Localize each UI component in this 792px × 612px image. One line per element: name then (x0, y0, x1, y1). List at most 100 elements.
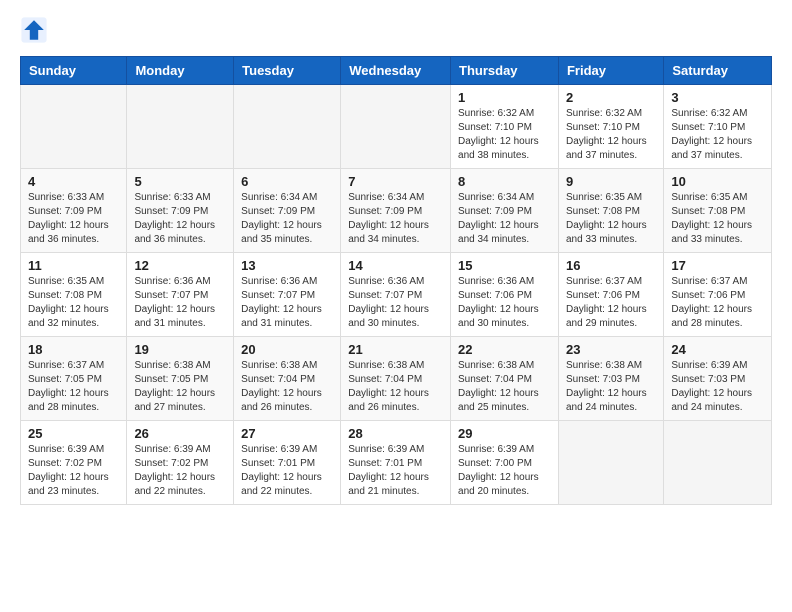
header-sunday: Sunday (21, 57, 127, 85)
calendar-cell (341, 85, 451, 169)
calendar-cell (234, 85, 341, 169)
day-number: 21 (348, 342, 443, 357)
calendar-cell: 10 Sunrise: 6:35 AM Sunset: 7:08 PM Dayli… (664, 169, 772, 253)
calendar-cell: 27Sunrise: 6:39 AM Sunset: 7:01 PM Dayli… (234, 421, 341, 505)
day-number: 2 (566, 90, 656, 105)
day-number: 18 (28, 342, 119, 357)
calendar-cell: 3 Sunrise: 6:32 AM Sunset: 7:10 PM Daylig… (664, 85, 772, 169)
day-info: Sunrise: 6:39 AM Sunset: 7:02 PM Dayligh… (134, 443, 226, 499)
calendar-week-row: 4 Sunrise: 6:33 AM Sunset: 7:09 PM Daylig… (21, 169, 772, 253)
day-info: Sunrise: 6:36 AM Sunset: 7:07 PM Dayligh… (348, 275, 443, 331)
day-info: Sunrise: 6:39 AM Sunset: 7:03 PM Dayligh… (671, 359, 764, 415)
calendar-cell: 24 Sunrise: 6:39 AM Sunset: 7:03 PM Dayli… (664, 337, 772, 421)
calendar-cell: 12 Sunrise: 6:36 AM Sunset: 7:07 PM Dayli… (127, 253, 234, 337)
calendar-cell: 20 Sunrise: 6:38 AM Sunset: 7:04 PM Dayli… (234, 337, 341, 421)
calendar-cell: 4Sunrise: 6:33 AM Sunset: 7:09 PM Daylig… (21, 169, 127, 253)
day-number: 10 (671, 174, 764, 189)
day-info: Sunrise: 6:38 AM Sunset: 7:04 PM Dayligh… (458, 359, 551, 415)
day-info: Sunrise: 6:34 AM Sunset: 7:09 PM Dayligh… (348, 191, 443, 247)
day-info: Sunrise: 6:38 AM Sunset: 7:04 PM Dayligh… (241, 359, 333, 415)
day-number: 1 (458, 90, 551, 105)
calendar-cell: 11 Sunrise: 6:35 AM Sunset: 7:08 PM Dayli… (21, 253, 127, 337)
day-number: 26 (134, 426, 226, 441)
day-number: 25 (28, 426, 119, 441)
calendar-cell: 5 Sunrise: 6:33 AM Sunset: 7:09 PM Daylig… (127, 169, 234, 253)
calendar-cell: 17 Sunrise: 6:37 AM Sunset: 7:06 PM Dayli… (664, 253, 772, 337)
calendar-cell: 9 Sunrise: 6:35 AM Sunset: 7:08 PM Daylig… (558, 169, 663, 253)
calendar-cell: 26 Sunrise: 6:39 AM Sunset: 7:02 PM Dayli… (127, 421, 234, 505)
day-info: Sunrise: 6:37 AM Sunset: 7:05 PM Dayligh… (28, 359, 119, 415)
day-info: Sunrise: 6:34 AM Sunset: 7:09 PM Dayligh… (241, 191, 333, 247)
day-number: 16 (566, 258, 656, 273)
calendar-cell: 13 Sunrise: 6:36 AM Sunset: 7:07 PM Dayli… (234, 253, 341, 337)
day-info: Sunrise: 6:32 AM Sunset: 7:10 PM Dayligh… (566, 107, 656, 163)
day-number: 13 (241, 258, 333, 273)
day-info: Sunrise: 6:35 AM Sunset: 7:08 PM Dayligh… (28, 275, 119, 331)
day-info: Sunrise: 6:38 AM Sunset: 7:03 PM Dayligh… (566, 359, 656, 415)
day-number: 11 (28, 258, 119, 273)
day-info: Sunrise: 6:36 AM Sunset: 7:07 PM Dayligh… (241, 275, 333, 331)
day-info: Sunrise: 6:35 AM Sunset: 7:08 PM Dayligh… (671, 191, 764, 247)
calendar-cell: 18 Sunrise: 6:37 AM Sunset: 7:05 PM Dayli… (21, 337, 127, 421)
day-info: Sunrise: 6:36 AM Sunset: 7:06 PM Dayligh… (458, 275, 551, 331)
header-tuesday: Tuesday (234, 57, 341, 85)
calendar-cell: 16 Sunrise: 6:37 AM Sunset: 7:06 PM Dayli… (558, 253, 663, 337)
header-saturday: Saturday (664, 57, 772, 85)
day-number: 7 (348, 174, 443, 189)
day-number: 19 (134, 342, 226, 357)
day-info: Sunrise: 6:37 AM Sunset: 7:06 PM Dayligh… (671, 275, 764, 331)
day-number: 3 (671, 90, 764, 105)
calendar-cell: 8Sunrise: 6:34 AM Sunset: 7:09 PM Daylig… (451, 169, 559, 253)
header-wednesday: Wednesday (341, 57, 451, 85)
calendar-cell: 1 Sunrise: 6:32 AM Sunset: 7:10 PM Daylig… (451, 85, 559, 169)
calendar-cell: 14 Sunrise: 6:36 AM Sunset: 7:07 PM Dayli… (341, 253, 451, 337)
day-number: 6 (241, 174, 333, 189)
day-number: 8 (458, 174, 551, 189)
day-number: 23 (566, 342, 656, 357)
day-info: Sunrise: 6:33 AM Sunset: 7:09 PM Dayligh… (134, 191, 226, 247)
calendar-header-row: SundayMondayTuesdayWednesdayThursdayFrid… (21, 57, 772, 85)
day-info: Sunrise: 6:36 AM Sunset: 7:07 PM Dayligh… (134, 275, 226, 331)
calendar-cell: 7 Sunrise: 6:34 AM Sunset: 7:09 PM Daylig… (341, 169, 451, 253)
day-info: Sunrise: 6:39 AM Sunset: 7:01 PM Dayligh… (241, 443, 333, 499)
logo (20, 16, 50, 44)
day-number: 12 (134, 258, 226, 273)
calendar-cell: 25 Sunrise: 6:39 AM Sunset: 7:02 PM Dayli… (21, 421, 127, 505)
header-thursday: Thursday (451, 57, 559, 85)
day-number: 5 (134, 174, 226, 189)
day-number: 15 (458, 258, 551, 273)
logo-icon (20, 16, 48, 44)
day-number: 20 (241, 342, 333, 357)
day-info: Sunrise: 6:37 AM Sunset: 7:06 PM Dayligh… (566, 275, 656, 331)
calendar-cell: 21 Sunrise: 6:38 AM Sunset: 7:04 PM Dayli… (341, 337, 451, 421)
day-info: Sunrise: 6:39 AM Sunset: 7:01 PM Dayligh… (348, 443, 443, 499)
day-number: 22 (458, 342, 551, 357)
day-info: Sunrise: 6:38 AM Sunset: 7:05 PM Dayligh… (134, 359, 226, 415)
day-number: 28 (348, 426, 443, 441)
day-info: Sunrise: 6:39 AM Sunset: 7:00 PM Dayligh… (458, 443, 551, 499)
calendar-cell (127, 85, 234, 169)
day-number: 17 (671, 258, 764, 273)
day-info: Sunrise: 6:39 AM Sunset: 7:02 PM Dayligh… (28, 443, 119, 499)
calendar-week-row: 25 Sunrise: 6:39 AM Sunset: 7:02 PM Dayli… (21, 421, 772, 505)
day-number: 9 (566, 174, 656, 189)
calendar-cell (558, 421, 663, 505)
day-number: 14 (348, 258, 443, 273)
day-info: Sunrise: 6:35 AM Sunset: 7:08 PM Dayligh… (566, 191, 656, 247)
header-friday: Friday (558, 57, 663, 85)
day-number: 4 (28, 174, 119, 189)
calendar-cell: 15 Sunrise: 6:36 AM Sunset: 7:06 PM Dayli… (451, 253, 559, 337)
day-info: Sunrise: 6:32 AM Sunset: 7:10 PM Dayligh… (671, 107, 764, 163)
calendar-cell: 29 Sunrise: 6:39 AM Sunset: 7:00 PM Dayli… (451, 421, 559, 505)
day-number: 24 (671, 342, 764, 357)
calendar-week-row: 1 Sunrise: 6:32 AM Sunset: 7:10 PM Daylig… (21, 85, 772, 169)
calendar-cell: 19 Sunrise: 6:38 AM Sunset: 7:05 PM Dayli… (127, 337, 234, 421)
calendar-cell: 28 Sunrise: 6:39 AM Sunset: 7:01 PM Dayli… (341, 421, 451, 505)
day-number: 29 (458, 426, 551, 441)
day-info: Sunrise: 6:38 AM Sunset: 7:04 PM Dayligh… (348, 359, 443, 415)
calendar-cell (21, 85, 127, 169)
calendar-week-row: 11 Sunrise: 6:35 AM Sunset: 7:08 PM Dayli… (21, 253, 772, 337)
day-info: Sunrise: 6:32 AM Sunset: 7:10 PM Dayligh… (458, 107, 551, 163)
calendar-cell: 2 Sunrise: 6:32 AM Sunset: 7:10 PM Daylig… (558, 85, 663, 169)
calendar-cell: 23 Sunrise: 6:38 AM Sunset: 7:03 PM Dayli… (558, 337, 663, 421)
